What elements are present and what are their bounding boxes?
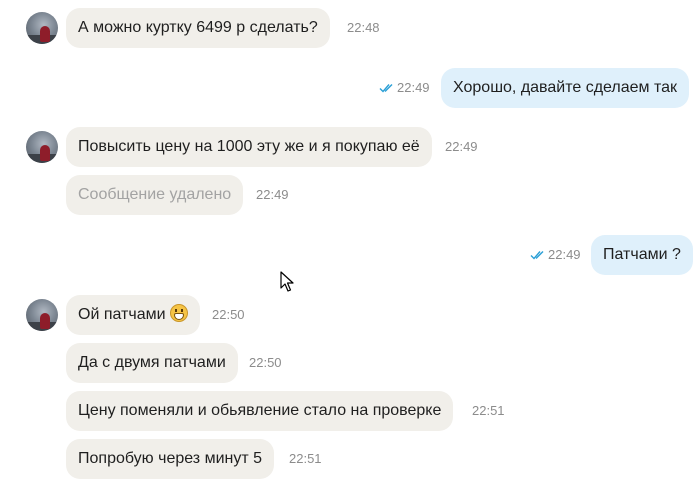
- message-time: 22:49: [397, 80, 430, 95]
- message-time: 22:51: [472, 403, 505, 418]
- message-time: 22:49: [256, 187, 289, 202]
- message-bubble-incoming[interactable]: Да с двумя патчами: [66, 343, 238, 383]
- message-text: Цену поменяли и обьявление стало на пров…: [78, 402, 442, 419]
- message-text: А можно куртку 6499 р сделать?: [78, 19, 318, 36]
- avatar[interactable]: [26, 131, 58, 163]
- message-meta: 22:49: [379, 68, 430, 108]
- message-time: 22:48: [347, 20, 380, 35]
- message-bubble-incoming[interactable]: А можно куртку 6499 р сделать?: [66, 8, 330, 48]
- message-text: Хорошо, давайте сделаем так: [453, 79, 678, 96]
- message-text: Патчами ?: [603, 246, 681, 263]
- message-bubble-incoming[interactable]: Цену поменяли и обьявление стало на пров…: [66, 391, 454, 431]
- deleted-message-bubble[interactable]: Сообщение удалено: [66, 175, 244, 215]
- mouse-cursor-icon: [280, 271, 294, 292]
- message-time: 22:50: [249, 355, 282, 370]
- message-text: Сообщение удалено: [78, 186, 232, 203]
- message-text: Ой патчами: [78, 306, 166, 323]
- message-text: Попробую через минут 5: [78, 450, 263, 467]
- message-bubble-incoming[interactable]: Ой патчами: [66, 295, 200, 335]
- message-bubble-incoming[interactable]: Попробую через минут 5: [66, 439, 275, 479]
- double-check-icon: [530, 251, 544, 260]
- message-bubble-incoming[interactable]: Повысить цену на 1000 эту же и я покупаю…: [66, 127, 432, 167]
- double-check-icon: [379, 84, 393, 93]
- message-text: Да с двумя патчами: [78, 354, 226, 371]
- avatar[interactable]: [26, 12, 58, 44]
- message-time: 22:49: [548, 247, 581, 262]
- message-meta: 22:49: [530, 235, 581, 275]
- message-time: 22:49: [445, 139, 478, 154]
- message-time: 22:51: [289, 451, 322, 466]
- message-text: Повысить цену на 1000 эту же и я покупаю…: [78, 138, 420, 155]
- message-bubble-outgoing[interactable]: Патчами ?: [591, 235, 693, 275]
- message-bubble-outgoing[interactable]: Хорошо, давайте сделаем так: [441, 68, 690, 108]
- message-time: 22:50: [212, 307, 245, 322]
- avatar[interactable]: [26, 299, 58, 331]
- grinning-face-icon: [169, 304, 188, 322]
